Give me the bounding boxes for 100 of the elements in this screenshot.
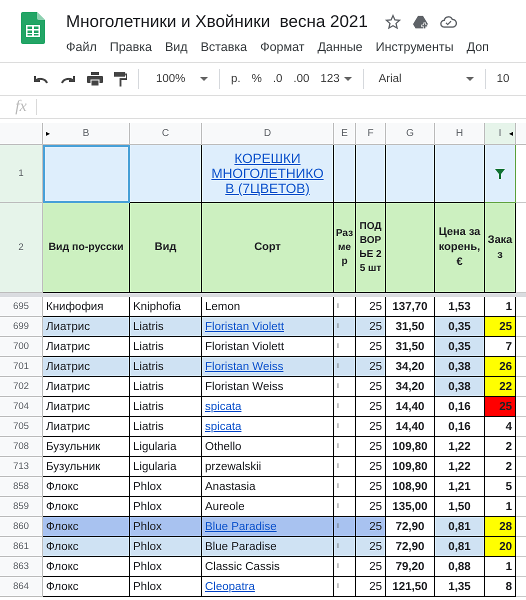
column-header[interactable]: I bbox=[498, 128, 502, 139]
menu-item[interactable]: Формат bbox=[260, 40, 304, 54]
currency-button[interactable]: р. bbox=[231, 73, 241, 85]
table-cell: Флокс bbox=[46, 540, 79, 552]
column-header[interactable]: C bbox=[162, 128, 170, 139]
row-number[interactable]: 695 bbox=[0, 297, 43, 317]
zoom-dropdown[interactable]: 100% bbox=[150, 73, 208, 85]
variety-link[interactable]: Cleopatra bbox=[205, 580, 255, 592]
row-number[interactable]: 861 bbox=[0, 537, 43, 557]
table-cell: Phlox bbox=[133, 480, 162, 492]
table-cell: 7 bbox=[506, 340, 512, 352]
row-number[interactable]: 704 bbox=[0, 397, 43, 417]
redo-icon[interactable] bbox=[60, 74, 76, 84]
column-header[interactable]: D bbox=[264, 128, 272, 139]
column-header[interactable]: F bbox=[367, 128, 374, 139]
print-icon[interactable] bbox=[87, 72, 103, 86]
number-format-dropdown[interactable]: 123 bbox=[320, 73, 352, 85]
row-number[interactable]: 701 bbox=[0, 357, 43, 377]
table-cell: 34,20 bbox=[396, 360, 424, 372]
row-number[interactable]: 864 bbox=[0, 577, 43, 597]
sheets-logo-icon[interactable] bbox=[21, 12, 45, 44]
table-cell: Флокс bbox=[46, 580, 79, 592]
variety-link[interactable]: spicata bbox=[205, 400, 242, 412]
table-cell: Phlox bbox=[133, 520, 162, 532]
table-cell: przewalskii bbox=[205, 460, 262, 472]
table-cell: 25 bbox=[369, 300, 382, 312]
menu-item[interactable]: Файл bbox=[66, 40, 97, 54]
row-number[interactable]: 702 bbox=[0, 377, 43, 397]
star-icon[interactable] bbox=[384, 14, 401, 30]
menu-item[interactable]: Вставка bbox=[200, 40, 248, 54]
table-cell: 108,90 bbox=[392, 480, 428, 492]
undo-icon[interactable] bbox=[33, 74, 49, 84]
table-cell: 25 bbox=[369, 420, 382, 432]
table-cell: Liatris bbox=[133, 380, 164, 392]
row-number[interactable]: 713 bbox=[0, 457, 43, 477]
table-cell: 25 bbox=[369, 320, 382, 332]
row-number[interactable]: 705 bbox=[0, 417, 43, 437]
table-cell: 0,35 bbox=[448, 320, 471, 332]
table-cell: 0,35 bbox=[448, 340, 471, 352]
font-size-dropdown[interactable]: 10 bbox=[496, 73, 510, 85]
table-cell: 0,88 bbox=[448, 560, 471, 572]
variety-link[interactable]: spicata bbox=[205, 420, 242, 432]
row-number[interactable]: 699 bbox=[0, 317, 43, 337]
table-cell: 72,90 bbox=[396, 540, 424, 552]
expand-marker[interactable]: ▸ bbox=[46, 129, 50, 138]
expand-marker[interactable]: ◂ bbox=[509, 129, 513, 138]
table-cell: Liatris bbox=[133, 360, 164, 372]
caret-icon bbox=[200, 77, 208, 81]
table-cell: 0,38 bbox=[448, 380, 471, 392]
column-title: Размер bbox=[335, 226, 354, 268]
table-cell: Othello bbox=[205, 440, 242, 452]
row-number[interactable]: 1 bbox=[0, 145, 43, 203]
caret-icon bbox=[466, 77, 474, 81]
table-cell: 8 bbox=[506, 580, 512, 592]
row-number[interactable]: 858 bbox=[0, 477, 43, 497]
table-cell: 25 bbox=[369, 500, 382, 512]
menu-item[interactable]: Вид bbox=[164, 40, 188, 54]
table-cell: Liatris bbox=[133, 320, 164, 332]
font-dropdown[interactable]: Arial bbox=[374, 73, 474, 85]
table-cell: 109,80 bbox=[392, 440, 428, 452]
table-cell: 2 bbox=[506, 460, 512, 472]
column-header[interactable]: E bbox=[341, 128, 348, 139]
table-cell: Флокс bbox=[46, 500, 79, 512]
menu-item[interactable]: Доп bbox=[466, 40, 489, 54]
table-cell: Liatris bbox=[133, 420, 164, 432]
column-header[interactable]: G bbox=[406, 128, 414, 139]
decrease-decimals-button[interactable]: .0 bbox=[272, 73, 282, 85]
table-cell: Флокс bbox=[46, 520, 79, 532]
column-header[interactable]: B bbox=[82, 128, 90, 139]
cloud-check-icon[interactable] bbox=[440, 16, 457, 28]
row-number[interactable]: 859 bbox=[0, 497, 43, 517]
menu-item[interactable]: Данные bbox=[317, 40, 363, 54]
table-cell: Floristan Violett bbox=[205, 340, 284, 352]
row-number[interactable]: 700 bbox=[0, 337, 43, 357]
row-number[interactable]: 2 bbox=[0, 203, 43, 293]
column-header[interactable]: H bbox=[456, 128, 464, 139]
menu-item[interactable]: Правка bbox=[110, 40, 152, 54]
formula-label: fx bbox=[14, 98, 28, 116]
table-cell: Лиатрис bbox=[46, 400, 90, 412]
column-title: ПОДВОРЬЕ 25 шт bbox=[358, 220, 383, 276]
table-cell: 1,35 bbox=[448, 580, 471, 592]
paint-format-icon[interactable] bbox=[114, 72, 127, 86]
menu-item[interactable]: Инструменты bbox=[376, 40, 454, 54]
selected-cell[interactable] bbox=[43, 145, 130, 203]
table-cell: 1 bbox=[506, 560, 512, 572]
percent-button[interactable]: % bbox=[252, 73, 262, 85]
table-cell: Бузульник bbox=[46, 460, 100, 472]
row-number[interactable]: 860 bbox=[0, 517, 43, 537]
filter-icon[interactable] bbox=[495, 168, 505, 178]
table-cell: 25 bbox=[499, 320, 512, 332]
table-cell: 26 bbox=[499, 360, 512, 372]
row-number[interactable]: 863 bbox=[0, 557, 43, 577]
table-cell: Kniphofia bbox=[133, 300, 181, 312]
increase-decimals-button[interactable]: .00 bbox=[293, 73, 310, 85]
table-cell: Лиатрис bbox=[46, 320, 90, 332]
table-cell: 79,20 bbox=[396, 560, 424, 572]
document-title[interactable]: Многолетники и Хвойники весна 2021 bbox=[66, 12, 368, 32]
drive-add-icon[interactable] bbox=[412, 14, 429, 30]
table-cell: 28 bbox=[499, 520, 512, 532]
row-number[interactable]: 708 bbox=[0, 437, 43, 457]
